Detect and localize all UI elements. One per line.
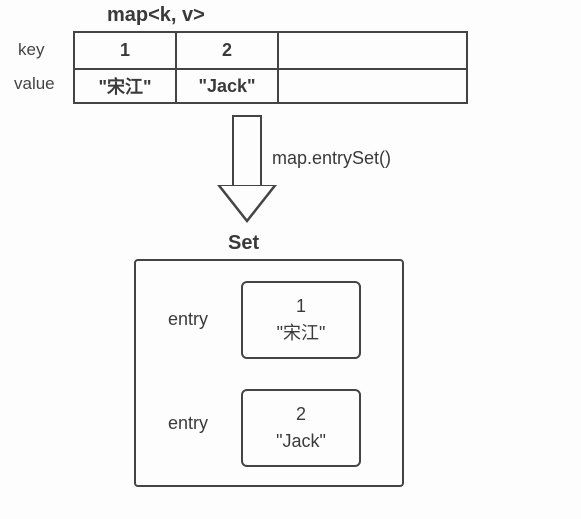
entry-label-0: entry (168, 309, 208, 330)
set-title: Set (228, 232, 259, 255)
map-value-cell-0: "宋江" (75, 68, 177, 104)
entry-value-1: "Jack" (276, 428, 326, 455)
set-container: entry 1 "宋江" entry 2 "Jack" (134, 259, 404, 487)
entry-box-0: 1 "宋江" (241, 281, 361, 359)
entry-box-1: 2 "Jack" (241, 389, 361, 467)
entry-key-1: 2 (296, 401, 306, 428)
entry-value-0: "宋江" (277, 320, 326, 347)
row-label-value: value (14, 74, 55, 94)
entry-key-0: 1 (296, 293, 306, 320)
arrow-stem (232, 115, 262, 187)
entry-row-0: entry 1 "宋江" (136, 271, 402, 361)
arrow-head-fill (221, 186, 273, 219)
entry-row-1: entry 2 "Jack" (136, 379, 402, 469)
arrow-down (218, 115, 278, 225)
arrow-label: map.entrySet() (272, 148, 391, 169)
map-value-cell-1: "Jack" (177, 68, 279, 104)
map-type-title: map<k, v> (107, 4, 205, 27)
map-key-cell-1: 2 (177, 33, 279, 68)
row-label-key: key (18, 40, 44, 60)
entry-label-1: entry (168, 413, 208, 434)
map-table: 1 2 "宋江" "Jack" (73, 31, 468, 104)
map-key-cell-0: 1 (75, 33, 177, 68)
